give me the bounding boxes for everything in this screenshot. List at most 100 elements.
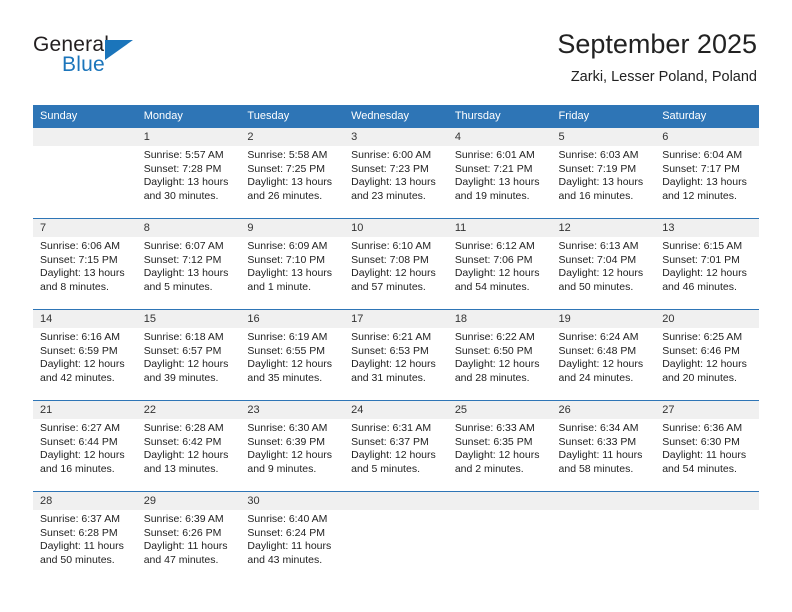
calendar-day-cell[interactable]: 21 Sunrise: 6:27 AM Sunset: 6:44 PM Dayligh… — [33, 400, 137, 492]
sunrise-text: Sunrise: 6:04 AM — [662, 149, 743, 161]
calendar-day-cell[interactable]: 12 Sunrise: 6:13 AM Sunset: 7:04 PM Dayligh… — [551, 218, 656, 310]
sunrise-text: Sunrise: 6:39 AM — [143, 513, 224, 525]
calendar-day-cell[interactable]: 30 Sunrise: 6:40 AM Sunset: 6:24 PM Dayligh… — [240, 491, 345, 582]
day-details: Sunrise: 6:04 AM Sunset: 7:17 PM Daylight:… — [655, 146, 759, 218]
general-blue-logo[interactable]: General Blue — [33, 33, 223, 83]
sunset-text: Sunset: 6:59 PM — [40, 344, 118, 357]
day-details: Sunrise: 6:31 AM Sunset: 6:37 PM Daylight:… — [344, 419, 448, 491]
sunset-text: Sunset: 7:12 PM — [143, 253, 222, 266]
day-details — [552, 510, 656, 582]
sunset-text: Sunset: 6:57 PM — [143, 344, 222, 357]
sunrise-text: Sunrise: 6:16 AM — [40, 331, 120, 343]
day-details: Sunrise: 6:19 AM Sunset: 6:55 PM Daylight:… — [240, 328, 344, 400]
calendar-day-cell[interactable]: 25 Sunrise: 6:33 AM Sunset: 6:35 PM Dayligh… — [447, 400, 552, 492]
page-title: September 2025 — [557, 29, 757, 59]
sunset-text: Sunset: 7:15 PM — [40, 253, 118, 266]
day-details — [655, 510, 759, 582]
day-number: 5 — [551, 128, 656, 146]
sunrise-text: Sunrise: 6:33 AM — [454, 422, 535, 434]
calendar-day-cell-empty — [551, 491, 656, 582]
calendar-day-cell[interactable]: 18 Sunrise: 6:22 AM Sunset: 6:50 PM Dayligh… — [447, 309, 552, 401]
calendar-day-cell[interactable]: 4 Sunrise: 6:01 AM Sunset: 7:21 PM Daylight… — [447, 127, 552, 219]
day-details: Sunrise: 6:40 AM Sunset: 6:24 PM Daylight:… — [240, 510, 344, 582]
calendar-day-cell[interactable]: 23 Sunrise: 6:30 AM Sunset: 6:39 PM Dayligh… — [240, 400, 345, 492]
daylight-text: Daylight: 12 hours and 39 minutes. — [143, 358, 229, 384]
day-number: 24 — [344, 401, 448, 419]
calendar-day-cell[interactable]: 28 Sunrise: 6:37 AM Sunset: 6:28 PM Dayligh… — [33, 491, 137, 582]
calendar-day-cell[interactable]: 19 Sunrise: 6:24 AM Sunset: 6:48 PM Dayligh… — [551, 309, 656, 401]
sunrise-text: Sunrise: 6:09 AM — [247, 240, 328, 252]
calendar-day-cell[interactable]: 8 Sunrise: 6:07 AM Sunset: 7:12 PM Daylight… — [136, 218, 241, 310]
sunrise-text: Sunrise: 6:34 AM — [558, 422, 639, 434]
day-number: 28 — [33, 492, 137, 510]
daylight-text: Daylight: 13 hours and 12 minutes. — [662, 176, 747, 202]
calendar-header-row: Sunday Monday Tuesday Wednesday Thursday… — [33, 105, 759, 128]
calendar-day-cell[interactable]: 3 Sunrise: 6:00 AM Sunset: 7:23 PM Daylight… — [344, 127, 448, 219]
sunrise-text: Sunrise: 6:31 AM — [351, 422, 432, 434]
day-details: Sunrise: 6:13 AM Sunset: 7:04 PM Daylight:… — [552, 237, 656, 309]
day-number: 3 — [344, 128, 448, 146]
sunrise-text: Sunrise: 6:19 AM — [247, 331, 328, 343]
sunrise-text: Sunrise: 6:21 AM — [351, 331, 432, 343]
sunset-text: Sunset: 6:42 PM — [143, 435, 222, 448]
calendar-day-cell[interactable]: 13 Sunrise: 6:15 AM Sunset: 7:01 PM Dayligh… — [655, 218, 759, 310]
day-number: 11 — [447, 219, 552, 237]
daylight-text: Daylight: 13 hours and 8 minutes. — [40, 267, 125, 293]
calendar-day-cell[interactable]: 9 Sunrise: 6:09 AM Sunset: 7:10 PM Daylight… — [240, 218, 345, 310]
sunset-text: Sunset: 6:35 PM — [454, 435, 533, 448]
sunset-text: Sunset: 6:44 PM — [40, 435, 118, 448]
calendar-body: 1 Sunrise: 5:57 AM Sunset: 7:28 PM Daylight… — [33, 127, 759, 582]
calendar-day-cell[interactable]: 22 Sunrise: 6:28 AM Sunset: 6:42 PM Dayligh… — [136, 400, 241, 492]
calendar-day-cell[interactable]: 20 Sunrise: 6:25 AM Sunset: 6:46 PM Dayligh… — [655, 309, 759, 401]
day-number: 13 — [655, 219, 759, 237]
day-details — [344, 510, 448, 582]
daylight-text: Daylight: 13 hours and 23 minutes. — [351, 176, 436, 202]
sunrise-text: Sunrise: 6:24 AM — [558, 331, 639, 343]
weekday-header-sunday: Sunday — [33, 105, 137, 128]
calendar-day-cell[interactable]: 7 Sunrise: 6:06 AM Sunset: 7:15 PM Daylight… — [33, 218, 137, 310]
day-details: Sunrise: 6:00 AM Sunset: 7:23 PM Daylight:… — [344, 146, 448, 218]
calendar-day-cell-empty — [655, 491, 759, 582]
weekday-header-saturday: Saturday — [655, 105, 759, 128]
daylight-text: Daylight: 13 hours and 16 minutes. — [558, 176, 644, 202]
calendar-day-cell[interactable]: 17 Sunrise: 6:21 AM Sunset: 6:53 PM Dayligh… — [344, 309, 448, 401]
calendar-day-cell[interactable]: 11 Sunrise: 6:12 AM Sunset: 7:06 PM Dayligh… — [447, 218, 552, 310]
calendar-day-cell[interactable]: 1 Sunrise: 5:57 AM Sunset: 7:28 PM Daylight… — [136, 127, 241, 219]
day-details: Sunrise: 6:06 AM Sunset: 7:15 PM Daylight:… — [33, 237, 137, 309]
day-details: Sunrise: 6:09 AM Sunset: 7:10 PM Daylight:… — [240, 237, 344, 309]
title-block: September 2025 Zarki, Lesser Poland, Pol… — [557, 28, 757, 87]
day-number: 21 — [33, 401, 137, 419]
daylight-text: Daylight: 12 hours and 28 minutes. — [454, 358, 540, 384]
sunset-text: Sunset: 7:01 PM — [662, 253, 740, 266]
sunset-text: Sunset: 6:33 PM — [558, 435, 637, 448]
calendar-day-cell[interactable]: 26 Sunrise: 6:34 AM Sunset: 6:33 PM Dayligh… — [551, 400, 656, 492]
daylight-text: Daylight: 12 hours and 24 minutes. — [558, 358, 644, 384]
calendar-day-cell[interactable]: 27 Sunrise: 6:36 AM Sunset: 6:30 PM Dayligh… — [655, 400, 759, 492]
daylight-text: Daylight: 11 hours and 54 minutes. — [662, 449, 747, 475]
calendar-day-cell[interactable]: 14 Sunrise: 6:16 AM Sunset: 6:59 PM Dayligh… — [33, 309, 137, 401]
day-details: Sunrise: 6:37 AM Sunset: 6:28 PM Daylight:… — [33, 510, 137, 582]
calendar-day-cell[interactable]: 29 Sunrise: 6:39 AM Sunset: 6:26 PM Dayligh… — [136, 491, 241, 582]
calendar-day-cell[interactable]: 16 Sunrise: 6:19 AM Sunset: 6:55 PM Dayligh… — [240, 309, 345, 401]
daylight-text: Daylight: 13 hours and 1 minute. — [247, 267, 333, 293]
day-number: 20 — [655, 310, 759, 328]
day-details: Sunrise: 6:07 AM Sunset: 7:12 PM Daylight:… — [137, 237, 241, 309]
calendar-day-cell[interactable]: 10 Sunrise: 6:10 AM Sunset: 7:08 PM Dayligh… — [344, 218, 448, 310]
sunset-text: Sunset: 7:08 PM — [351, 253, 429, 266]
sunset-text: Sunset: 6:28 PM — [40, 526, 118, 539]
calendar-day-cell[interactable]: 2 Sunrise: 5:58 AM Sunset: 7:25 PM Daylight… — [240, 127, 345, 219]
day-details — [448, 510, 552, 582]
calendar-day-cell[interactable]: 5 Sunrise: 6:03 AM Sunset: 7:19 PM Daylight… — [551, 127, 656, 219]
calendar-day-cell[interactable]: 6 Sunrise: 6:04 AM Sunset: 7:17 PM Daylight… — [655, 127, 759, 219]
day-details: Sunrise: 6:01 AM Sunset: 7:21 PM Daylight:… — [448, 146, 552, 218]
day-number: 19 — [551, 310, 656, 328]
day-number — [551, 492, 656, 510]
calendar-day-cell[interactable]: 15 Sunrise: 6:18 AM Sunset: 6:57 PM Dayligh… — [136, 309, 241, 401]
calendar-day-cell[interactable]: 24 Sunrise: 6:31 AM Sunset: 6:37 PM Dayligh… — [344, 400, 448, 492]
calendar-week-row: 14 Sunrise: 6:16 AM Sunset: 6:59 PM Dayligh… — [33, 309, 759, 401]
calendar-week-row: 7 Sunrise: 6:06 AM Sunset: 7:15 PM Daylight… — [33, 218, 759, 310]
sunset-text: Sunset: 6:46 PM — [662, 344, 740, 357]
sunrise-text: Sunrise: 6:10 AM — [351, 240, 432, 252]
calendar-week-row: 1 Sunrise: 5:57 AM Sunset: 7:28 PM Daylight… — [33, 127, 759, 219]
sunrise-text: Sunrise: 5:57 AM — [143, 149, 224, 161]
